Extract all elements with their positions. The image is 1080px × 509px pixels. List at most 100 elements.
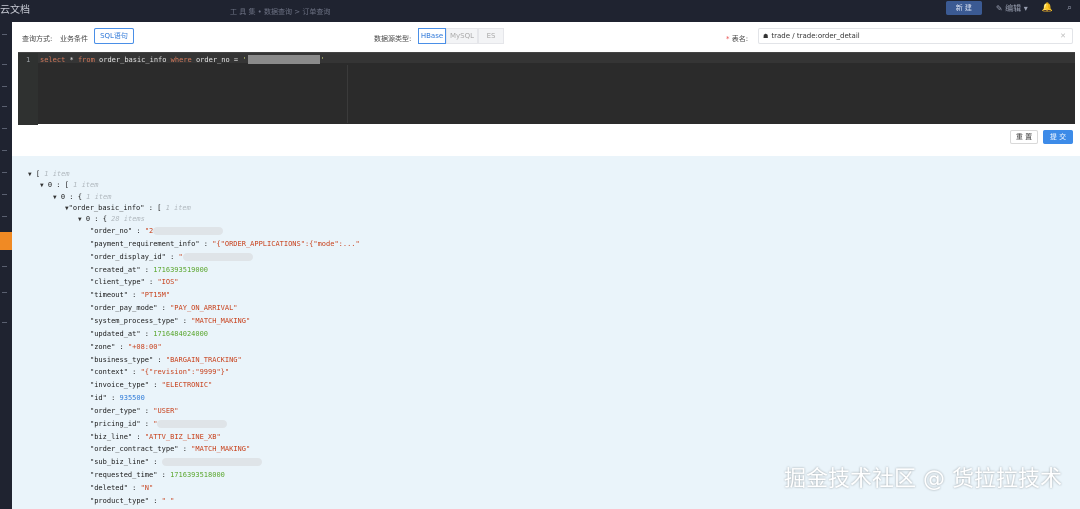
json-value: "+08:00" — [127, 342, 162, 351]
sql-editor[interactable]: 1 select * from order_basic_info where o… — [18, 52, 1075, 125]
search-icon[interactable]: ⌕ — [1067, 3, 1072, 13]
json-value: "{"revision":"9999"}" — [140, 368, 230, 377]
datasource-es[interactable]: ES — [478, 28, 504, 44]
json-value: "MATCH_MAKING" — [191, 316, 251, 325]
redacted-value — [247, 55, 320, 64]
json-field-row: "order_contract_type" : "MATCH_MAKING" — [90, 445, 250, 454]
redacted-value — [161, 458, 262, 467]
sql-keyword-select: select — [40, 55, 66, 64]
json-value: " " — [161, 496, 175, 505]
clear-icon[interactable]: ✕ — [1060, 32, 1066, 40]
json-key: "updated_at" — [90, 329, 141, 338]
json-colon: : — [199, 239, 213, 248]
json-field-row: "deleted" : "N" — [90, 484, 153, 493]
json-value: 1716484024000 — [153, 329, 209, 338]
json-bracket: [ — [35, 170, 41, 178]
json-key: "context" — [90, 368, 128, 377]
query-mode-business[interactable]: 业务条件 — [60, 34, 88, 44]
redacted-value — [153, 227, 224, 235]
json-key: "sub_biz_line" — [90, 458, 150, 467]
json-colon: : — [149, 381, 162, 390]
edit-label: 编辑 — [1005, 3, 1022, 13]
json-value: "N" — [140, 484, 154, 492]
query-mode-label: 查询方式: — [22, 35, 53, 43]
reset-button[interactable]: 重 置 — [1010, 130, 1038, 144]
sql-code-line[interactable]: select * from order_basic_info where ord… — [40, 55, 325, 64]
json-key: "deleted" — [90, 484, 128, 492]
json-key: "zone" — [90, 342, 116, 351]
table-name-select[interactable]: ☗ trade / trade:order_detail ✕ — [758, 28, 1073, 44]
json-level-3[interactable]: ▼"order_basic_info" : [ 1 item — [65, 204, 191, 213]
json-index: 0 : [ — [47, 181, 69, 189]
json-root[interactable]: ▼ [ 1 item — [28, 170, 70, 179]
app-brand: 云文档 — [0, 5, 30, 16]
json-colon: : — [115, 342, 128, 351]
json-level-1[interactable]: ▼ 0 : [ 1 item — [40, 181, 98, 190]
table-name-label: * 表名: — [726, 34, 748, 44]
json-field-row: "payment_requirement_info" : "{"ORDER_AP… — [90, 240, 360, 249]
line-number: 1 — [26, 56, 31, 64]
sql-quote-open: ' — [242, 55, 247, 64]
sidebar-tick — [2, 292, 7, 293]
json-colon: : — [157, 471, 171, 480]
json-level-4[interactable]: ▼ 0 : { 28 items — [78, 215, 145, 224]
json-value: "USER" — [153, 406, 179, 415]
collapse-arrow-icon[interactable]: ▼ — [28, 171, 32, 178]
json-value: "ATTV_BIZ_LINE_XB" — [144, 432, 221, 441]
json-field-row: "id" : 935500 — [90, 394, 145, 403]
sidebar-tick — [2, 34, 7, 35]
json-colon: : — [178, 445, 192, 454]
json-key: "client_type" — [90, 278, 145, 287]
json-field-row: "timeout" : "PT15M" — [90, 291, 170, 300]
json-count: 1 item — [165, 204, 191, 212]
json-field-row: "product_type" : " " — [90, 497, 174, 506]
required-mark: * — [726, 35, 730, 43]
json-colon: : — [127, 484, 141, 492]
collapse-arrow-icon[interactable]: ▼ — [78, 216, 82, 223]
json-field-row: "invoice_type" : "ELECTRONIC" — [90, 381, 212, 390]
sql-table-name: order_basic_info — [94, 55, 171, 64]
breadcrumb: 工 具 集 • 数据查询 > 订单查询 — [230, 8, 331, 16]
redacted-value — [157, 419, 228, 428]
submit-button[interactable]: 提 交 — [1043, 130, 1073, 144]
sql-column: order_no = — [191, 55, 243, 64]
collapse-arrow-icon[interactable]: ▼ — [53, 194, 57, 201]
datasource-mysql[interactable]: MySQL — [446, 28, 478, 44]
json-field-row: "updated_at" : 1716484024000 — [90, 330, 208, 339]
main-content: 查询方式: 业务条件 SQL语句 数据源类型: HBase MySQL ES *… — [12, 22, 1080, 509]
json-key: "business_type" — [90, 355, 154, 364]
json-key: "timeout" — [90, 291, 128, 300]
collapse-arrow-icon[interactable]: ▼ — [40, 182, 44, 189]
query-mode-sql[interactable]: SQL语句 — [94, 28, 134, 44]
json-key: "order_basic_info" — [68, 204, 145, 212]
json-value: "ELECTRONIC" — [161, 381, 213, 390]
json-key: "id" — [90, 394, 107, 403]
json-count: 28 items — [111, 215, 145, 223]
sql-quote-close: ' — [320, 55, 325, 64]
json-key: "payment_requirement_info" — [90, 239, 200, 248]
json-colon: : — [153, 355, 166, 364]
datasource-hbase[interactable]: HBase — [418, 28, 446, 44]
new-button[interactable]: 新 建 — [945, 1, 982, 15]
json-key: "product_type" — [90, 496, 150, 505]
json-level-2[interactable]: ▼ 0 : { 1 item — [53, 193, 111, 202]
json-count: 1 item — [73, 181, 99, 189]
edit-menu[interactable]: ✎ 编辑 ▾ — [996, 3, 1028, 14]
database-icon: ☗ — [763, 32, 769, 40]
json-field-row: "zone" : "+08:00" — [90, 343, 162, 352]
json-key: "order_display_id" — [90, 252, 166, 261]
sidebar-tick — [2, 266, 7, 267]
json-field-row: "requested_time" : 1716393518000 — [90, 471, 225, 480]
json-colon: : — [149, 496, 162, 505]
sidebar-tick — [2, 64, 7, 65]
table-name-text: 表名: — [731, 35, 749, 43]
left-sidebar — [0, 22, 12, 509]
json-field-row: "system_process_type" : "MATCH_MAKING" — [90, 317, 250, 326]
sidebar-item-active[interactable] — [0, 232, 12, 250]
sql-star: * — [65, 55, 78, 64]
sidebar-tick — [2, 86, 7, 87]
json-bracket: [ — [157, 204, 162, 212]
json-count: 1 item — [86, 193, 112, 201]
bell-icon[interactable]: 🔔 — [1042, 3, 1053, 13]
json-colon: : — [140, 265, 154, 274]
